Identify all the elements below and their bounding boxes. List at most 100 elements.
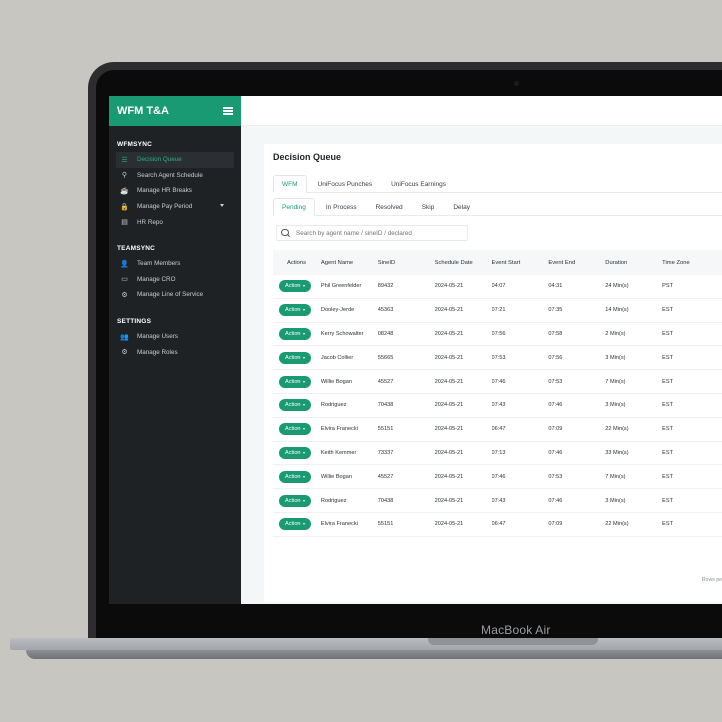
table-cell: Phil Greenfelder: [320, 283, 362, 290]
table-cell: 55151: [377, 521, 394, 528]
tab-skip[interactable]: Skip: [414, 198, 443, 216]
laptop-base: [10, 638, 722, 650]
chevron-down-icon: [302, 499, 305, 502]
table-cell: EST: [662, 521, 674, 528]
table-cell: 22 Min(s): [605, 521, 629, 528]
table-cell: 73337: [377, 449, 394, 456]
table-cell: 7 Min(s): [605, 473, 626, 480]
sidebar-item-hr-repo[interactable]: ▤ HR Repo: [116, 214, 234, 230]
table-cell: 3 Min(s): [605, 354, 626, 361]
tabs: WFM UniFocus Punches UniFocus Earnings: [273, 175, 722, 193]
actions-cell: Action: [273, 375, 321, 388]
coffee-icon: ☕: [120, 187, 129, 195]
tab-unifocus-earnings[interactable]: UniFocus Earnings: [383, 175, 454, 193]
page-title: Decision Queue: [273, 152, 342, 162]
tab-delay[interactable]: Delay: [445, 198, 478, 216]
menu-icon[interactable]: [223, 107, 233, 115]
action-button[interactable]: Action: [279, 446, 311, 459]
table-cell: EST: [662, 378, 674, 385]
actions-cell: Action: [273, 351, 321, 364]
search-box[interactable]: [276, 225, 468, 241]
table-cell: 07:09: [548, 426, 563, 433]
table-cell: Willie Bogan: [320, 378, 352, 385]
tab-wfm[interactable]: WFM: [273, 175, 307, 193]
column-header: Time Zone: [662, 259, 690, 266]
search-icon: ⚲: [121, 172, 128, 180]
table-cell: 7 Min(s): [605, 378, 626, 385]
table-cell: 06:47: [491, 521, 506, 528]
search-input[interactable]: [296, 229, 466, 237]
actions-cell: Action: [273, 446, 321, 459]
table-cell: 2024-05-21: [434, 473, 464, 480]
action-button-label: Action: [285, 449, 301, 456]
chevron-down-icon: [302, 404, 305, 407]
sidebar-item-manage-cro[interactable]: ▭ Manage CRO: [116, 272, 234, 288]
sidebar-item-label: Search Agent Schedule: [137, 171, 203, 179]
table-cell: 07:46: [548, 497, 563, 504]
chevron-down-icon: [302, 428, 305, 431]
table-cell: 2024-05-21: [434, 378, 464, 385]
sidebar-item-label: Manage Line of Service: [137, 291, 204, 299]
actions-cell: Action: [273, 280, 321, 293]
table-cell: 07:46: [548, 402, 563, 409]
table-cell: Elvira Franecki: [320, 426, 358, 433]
table-row: Action Willie Bogan 45527 2024-05-21 07:46 07…: [273, 465, 722, 490]
actions-cell: Action: [273, 327, 321, 340]
sidebar-item-decision-queue[interactable]: ☰ Decision Queue: [116, 152, 234, 168]
table-cell: 45527: [377, 473, 394, 480]
table-cell: EST: [662, 402, 674, 409]
table-cell: 07:43: [491, 402, 506, 409]
action-button-label: Action: [285, 426, 301, 433]
table-cell: Dooley-Jerde: [320, 307, 355, 314]
sidebar-item-team-members[interactable]: 👤 Team Members: [116, 256, 234, 272]
action-button[interactable]: Action: [279, 518, 311, 531]
tab-unifocus-punches[interactable]: UniFocus Punches: [310, 175, 381, 193]
sidebar-item-manage-roles[interactable]: ⚙ Manage Roles: [116, 344, 234, 360]
table-cell: EST: [662, 449, 674, 456]
action-button[interactable]: Action: [279, 351, 311, 364]
table-cell: 07:13: [491, 449, 506, 456]
sidebar-item-manage-hr-breaks[interactable]: ☕ Manage HR Breaks: [116, 183, 234, 199]
sidebar-item-manage-line-of-service[interactable]: ⚙ Manage Line of Service: [116, 287, 234, 303]
chevron-down-icon: [302, 475, 305, 478]
action-button-label: Action: [285, 307, 301, 314]
tab-resolved[interactable]: Resolved: [368, 198, 411, 216]
action-button[interactable]: Action: [279, 327, 311, 340]
laptop-notch: [428, 638, 598, 645]
table-cell: 2024-05-21: [434, 307, 464, 314]
sidebar-item-manage-users[interactable]: 👥 Manage Users: [116, 329, 234, 345]
table-cell: 2024-05-21: [434, 283, 464, 290]
table-row: Action Kerry Schowalter 08248 2024-05-21 07:…: [273, 323, 722, 347]
sidebar-item-manage-pay-period[interactable]: 🔒 Manage Pay Period: [116, 199, 234, 215]
action-button[interactable]: Action: [279, 423, 311, 436]
table-cell: 06:47: [491, 426, 506, 433]
table-cell: 2024-05-21: [434, 330, 464, 337]
decision-queue-card: Decision Queue WFM UniFocus Punches UniFoc…: [264, 144, 722, 602]
sidebar-item-search-agent-schedule[interactable]: ⚲ Search Agent Schedule: [116, 168, 234, 184]
action-button[interactable]: Action: [279, 280, 311, 293]
column-header: Event Start: [491, 259, 521, 266]
tab-pending[interactable]: Pending: [273, 198, 315, 216]
action-button-label: Action: [285, 402, 301, 409]
action-button-label: Action: [285, 354, 301, 361]
table-cell: EST: [662, 473, 674, 480]
column-header: Schedule Date: [434, 259, 473, 266]
tab-in-process[interactable]: In Process: [318, 198, 365, 216]
table-cell: EST: [662, 497, 674, 504]
topbar: [241, 96, 722, 126]
device-brand: MacBook Air: [481, 623, 551, 637]
chevron-down-icon: [302, 309, 305, 312]
sidebar: WFM T&A WFMSYNC ☰ Decision Queue ⚲ Search Ag…: [109, 96, 241, 604]
actions-cell: Action: [273, 494, 321, 507]
action-button[interactable]: Action: [279, 304, 311, 317]
action-button[interactable]: Action: [279, 470, 311, 483]
table-cell: 33 Min(s): [605, 449, 629, 456]
table-cell: Willie Bogan: [320, 473, 352, 480]
table-cell: EST: [662, 426, 674, 433]
action-button[interactable]: Action: [279, 375, 311, 388]
action-button[interactable]: Action: [279, 399, 311, 412]
action-button[interactable]: Action: [279, 494, 311, 507]
table-cell: Elvira Franecki: [320, 521, 358, 528]
sidebar-nav: WFMSYNC ☰ Decision Queue ⚲ Search Agent Sche…: [109, 141, 241, 360]
table-header: Actions Agent Name SineID Schedule Date Even…: [273, 250, 722, 275]
